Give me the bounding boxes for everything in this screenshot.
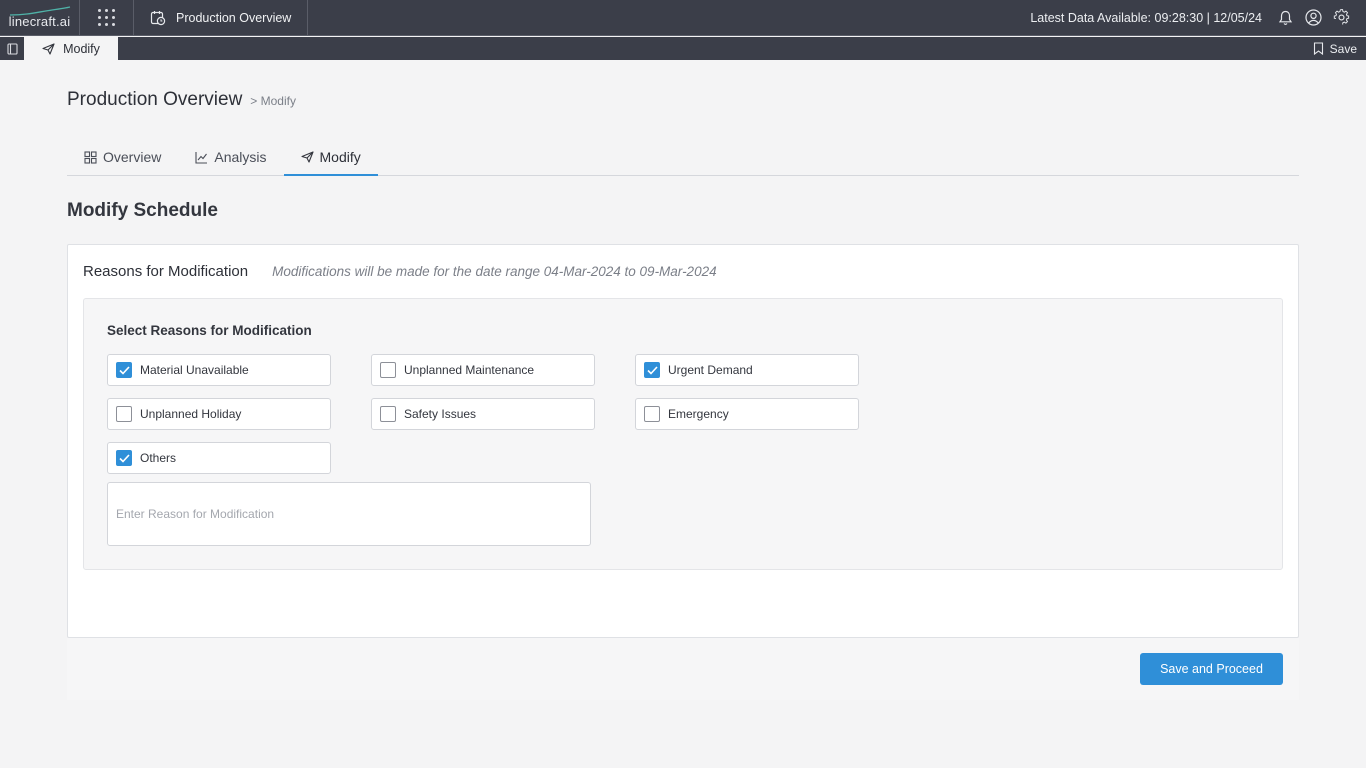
app-launcher-button[interactable] [80, 0, 134, 36]
checkbox-unchecked-icon[interactable] [380, 362, 396, 378]
page-header: Production Overview > Modify [67, 89, 296, 111]
checkbox-unchecked-icon[interactable] [644, 406, 660, 422]
view-tabs: Overview Analysis Modify [67, 139, 1299, 176]
save-top-button[interactable]: Save [1313, 37, 1366, 60]
panel-icon [6, 42, 18, 55]
reason-label: Material Unavailable [140, 363, 249, 377]
tab-modify[interactable]: Modify [283, 139, 378, 176]
reason-label: Others [140, 451, 177, 465]
checkbox-checked-icon[interactable] [116, 450, 132, 466]
bookmark-icon [1313, 42, 1323, 55]
bell-icon[interactable] [1276, 9, 1294, 27]
reason-unplanned-holiday[interactable]: Unplanned Holiday [107, 398, 331, 430]
checkbox-checked-icon[interactable] [644, 362, 660, 378]
top-bar: linecraft.ai Production Overview Latest … [0, 0, 1366, 36]
page-title: Production Overview [67, 89, 243, 110]
user-profile-icon[interactable] [1304, 9, 1322, 27]
card-header: Reasons for Modification Modifications w… [83, 263, 717, 280]
reasons-panel: Select Reasons for Modification Material… [83, 298, 1283, 570]
reason-label: Safety Issues [404, 407, 477, 421]
reason-urgent-demand[interactable]: Urgent Demand [635, 354, 859, 386]
reason-unplanned-maintenance[interactable]: Unplanned Maintenance [371, 354, 595, 386]
logo-text: linecraft.ai [8, 14, 71, 29]
checkbox-unchecked-icon[interactable] [116, 406, 132, 422]
reason-others[interactable]: Others [107, 442, 331, 474]
sidebar-toggle-button[interactable] [0, 37, 24, 60]
save-top-label: Save [1329, 41, 1357, 56]
tab-overview[interactable]: Overview [67, 139, 178, 175]
reason-text-input[interactable] [107, 482, 591, 546]
date-range-note: Modifications will be made for the date … [272, 264, 717, 279]
send-icon [300, 150, 314, 163]
line-chart-icon [195, 151, 208, 164]
reasons-card: Reasons for Modification Modifications w… [67, 244, 1299, 638]
grid-icon [84, 150, 97, 164]
page-tab-label: Modify [63, 41, 100, 56]
checkbox-unchecked-icon[interactable] [380, 406, 396, 422]
reason-label: Emergency [668, 407, 729, 421]
top-right-area: Latest Data Available: 09:28:30 | 12/05/… [1030, 9, 1366, 27]
reason-label: Unplanned Maintenance [404, 363, 535, 377]
footer-strip [67, 638, 1299, 700]
page-tab-modify[interactable]: Modify [24, 37, 118, 60]
gear-icon[interactable] [1332, 9, 1350, 27]
tab-overview-label: Overview [103, 149, 162, 165]
page-tab-bar: Modify Save [0, 37, 1366, 60]
apps-grid-icon [98, 9, 115, 26]
reason-label: Urgent Demand [668, 363, 753, 377]
select-reasons-title: Select Reasons for Modification [107, 323, 312, 338]
save-and-proceed-button[interactable]: Save and Proceed [1140, 653, 1283, 685]
breadcrumb[interactable]: > Modify [250, 94, 296, 108]
send-icon [42, 42, 55, 55]
tab-analysis[interactable]: Analysis [178, 139, 283, 175]
reason-emergency[interactable]: Emergency [635, 398, 859, 430]
reason-material-unavailable[interactable]: Material Unavailable [107, 354, 331, 386]
app-title-tab[interactable]: Production Overview [134, 0, 309, 36]
tab-modify-label: Modify [319, 148, 361, 165]
logo[interactable]: linecraft.ai [0, 0, 80, 36]
calendar-clock-icon [150, 10, 166, 25]
card-title: Reasons for Modification [83, 263, 249, 280]
logo-swoosh-icon [9, 5, 71, 16]
reason-safety-issues[interactable]: Safety Issues [371, 398, 595, 430]
tab-analysis-label: Analysis [214, 149, 267, 165]
section-title: Modify Schedule [67, 200, 218, 221]
app-title: Production Overview [176, 10, 292, 25]
latest-data-text: Latest Data Available: 09:28:30 | 12/05/… [1030, 10, 1262, 25]
checkbox-checked-icon[interactable] [116, 362, 132, 378]
reason-label: Unplanned Holiday [140, 407, 242, 421]
